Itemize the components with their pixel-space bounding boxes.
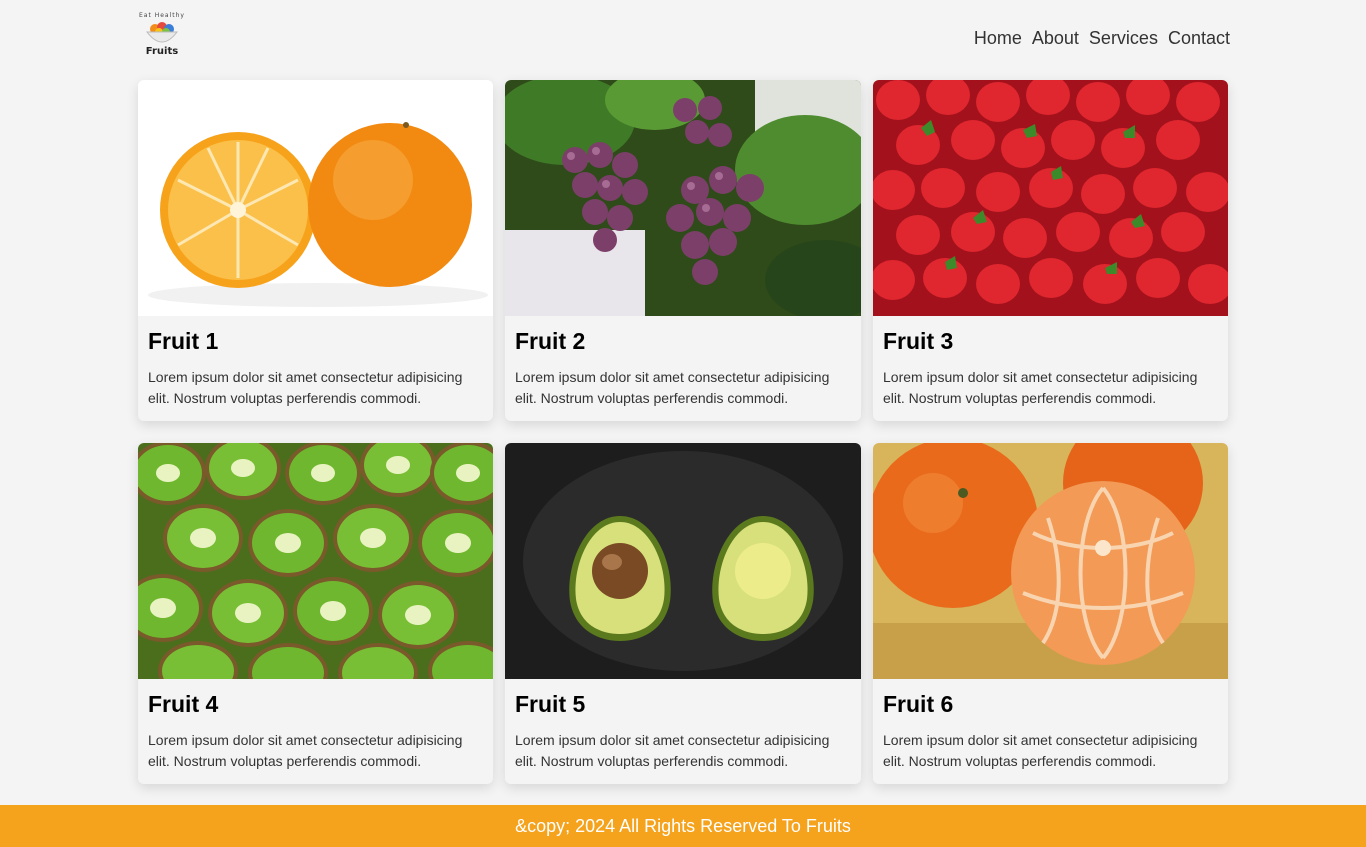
- card-title: Fruit 6: [883, 691, 954, 717]
- card-title: Fruit 4: [148, 691, 219, 717]
- card-text: Lorem ipsum dolor sit amet consectetur a…: [148, 369, 463, 406]
- card-title: Fruit 3: [883, 328, 954, 354]
- card-title: Fruit 5: [515, 691, 586, 717]
- nav-about[interactable]: About: [1032, 28, 1079, 49]
- main-nav: Home About Services Contact: [974, 28, 1230, 49]
- logo-name: Fruits: [145, 46, 179, 57]
- tangerines-image: [873, 443, 1228, 679]
- card-text: Lorem ipsum dolor sit amet consectetur a…: [515, 732, 830, 769]
- fruit-card[interactable]: Fruit 1 Lorem ipsum dolor sit amet conse…: [138, 80, 493, 421]
- grapes-image: [505, 80, 861, 316]
- card-title: Fruit 2: [515, 328, 586, 354]
- card-title: Fruit 1: [148, 328, 219, 354]
- avocado-image: [505, 443, 861, 679]
- card-text: Lorem ipsum dolor sit amet consectetur a…: [515, 369, 830, 406]
- kiwis-image: [138, 443, 493, 679]
- site-header: Eat Healthy Fruits Home About Services C…: [0, 0, 1366, 78]
- fruit-card[interactable]: Fruit 5 Lorem ipsum dolor sit amet conse…: [505, 443, 861, 784]
- footer-copyright: &copy; 2024 All Rights Reserved To Fruit…: [515, 815, 851, 836]
- strawberries-image: [873, 80, 1228, 316]
- nav-home[interactable]: Home: [974, 28, 1022, 49]
- fruit-card[interactable]: Fruit 3 Lorem ipsum dolor sit amet conse…: [873, 80, 1228, 421]
- logo-tagline: Eat Healthy: [139, 12, 185, 19]
- card-text: Lorem ipsum dolor sit amet consectetur a…: [883, 369, 1198, 406]
- fruit-card[interactable]: Fruit 2 Lorem ipsum dolor sit amet conse…: [505, 80, 861, 421]
- fruit-grid: Fruit 1 Lorem ipsum dolor sit amet conse…: [138, 80, 1228, 784]
- site-footer: &copy; 2024 All Rights Reserved To Fruit…: [0, 805, 1366, 847]
- fruit-card[interactable]: Fruit 6 Lorem ipsum dolor sit amet conse…: [873, 443, 1228, 784]
- fruit-bowl-icon: [145, 22, 179, 43]
- nav-services[interactable]: Services: [1089, 28, 1158, 49]
- card-text: Lorem ipsum dolor sit amet consectetur a…: [883, 732, 1198, 769]
- site-logo[interactable]: Eat Healthy Fruits: [134, 10, 190, 68]
- oranges-image: [138, 80, 493, 316]
- card-text: Lorem ipsum dolor sit amet consectetur a…: [148, 732, 463, 769]
- nav-contact[interactable]: Contact: [1168, 28, 1230, 49]
- fruit-card[interactable]: Fruit 4 Lorem ipsum dolor sit amet conse…: [138, 443, 493, 784]
